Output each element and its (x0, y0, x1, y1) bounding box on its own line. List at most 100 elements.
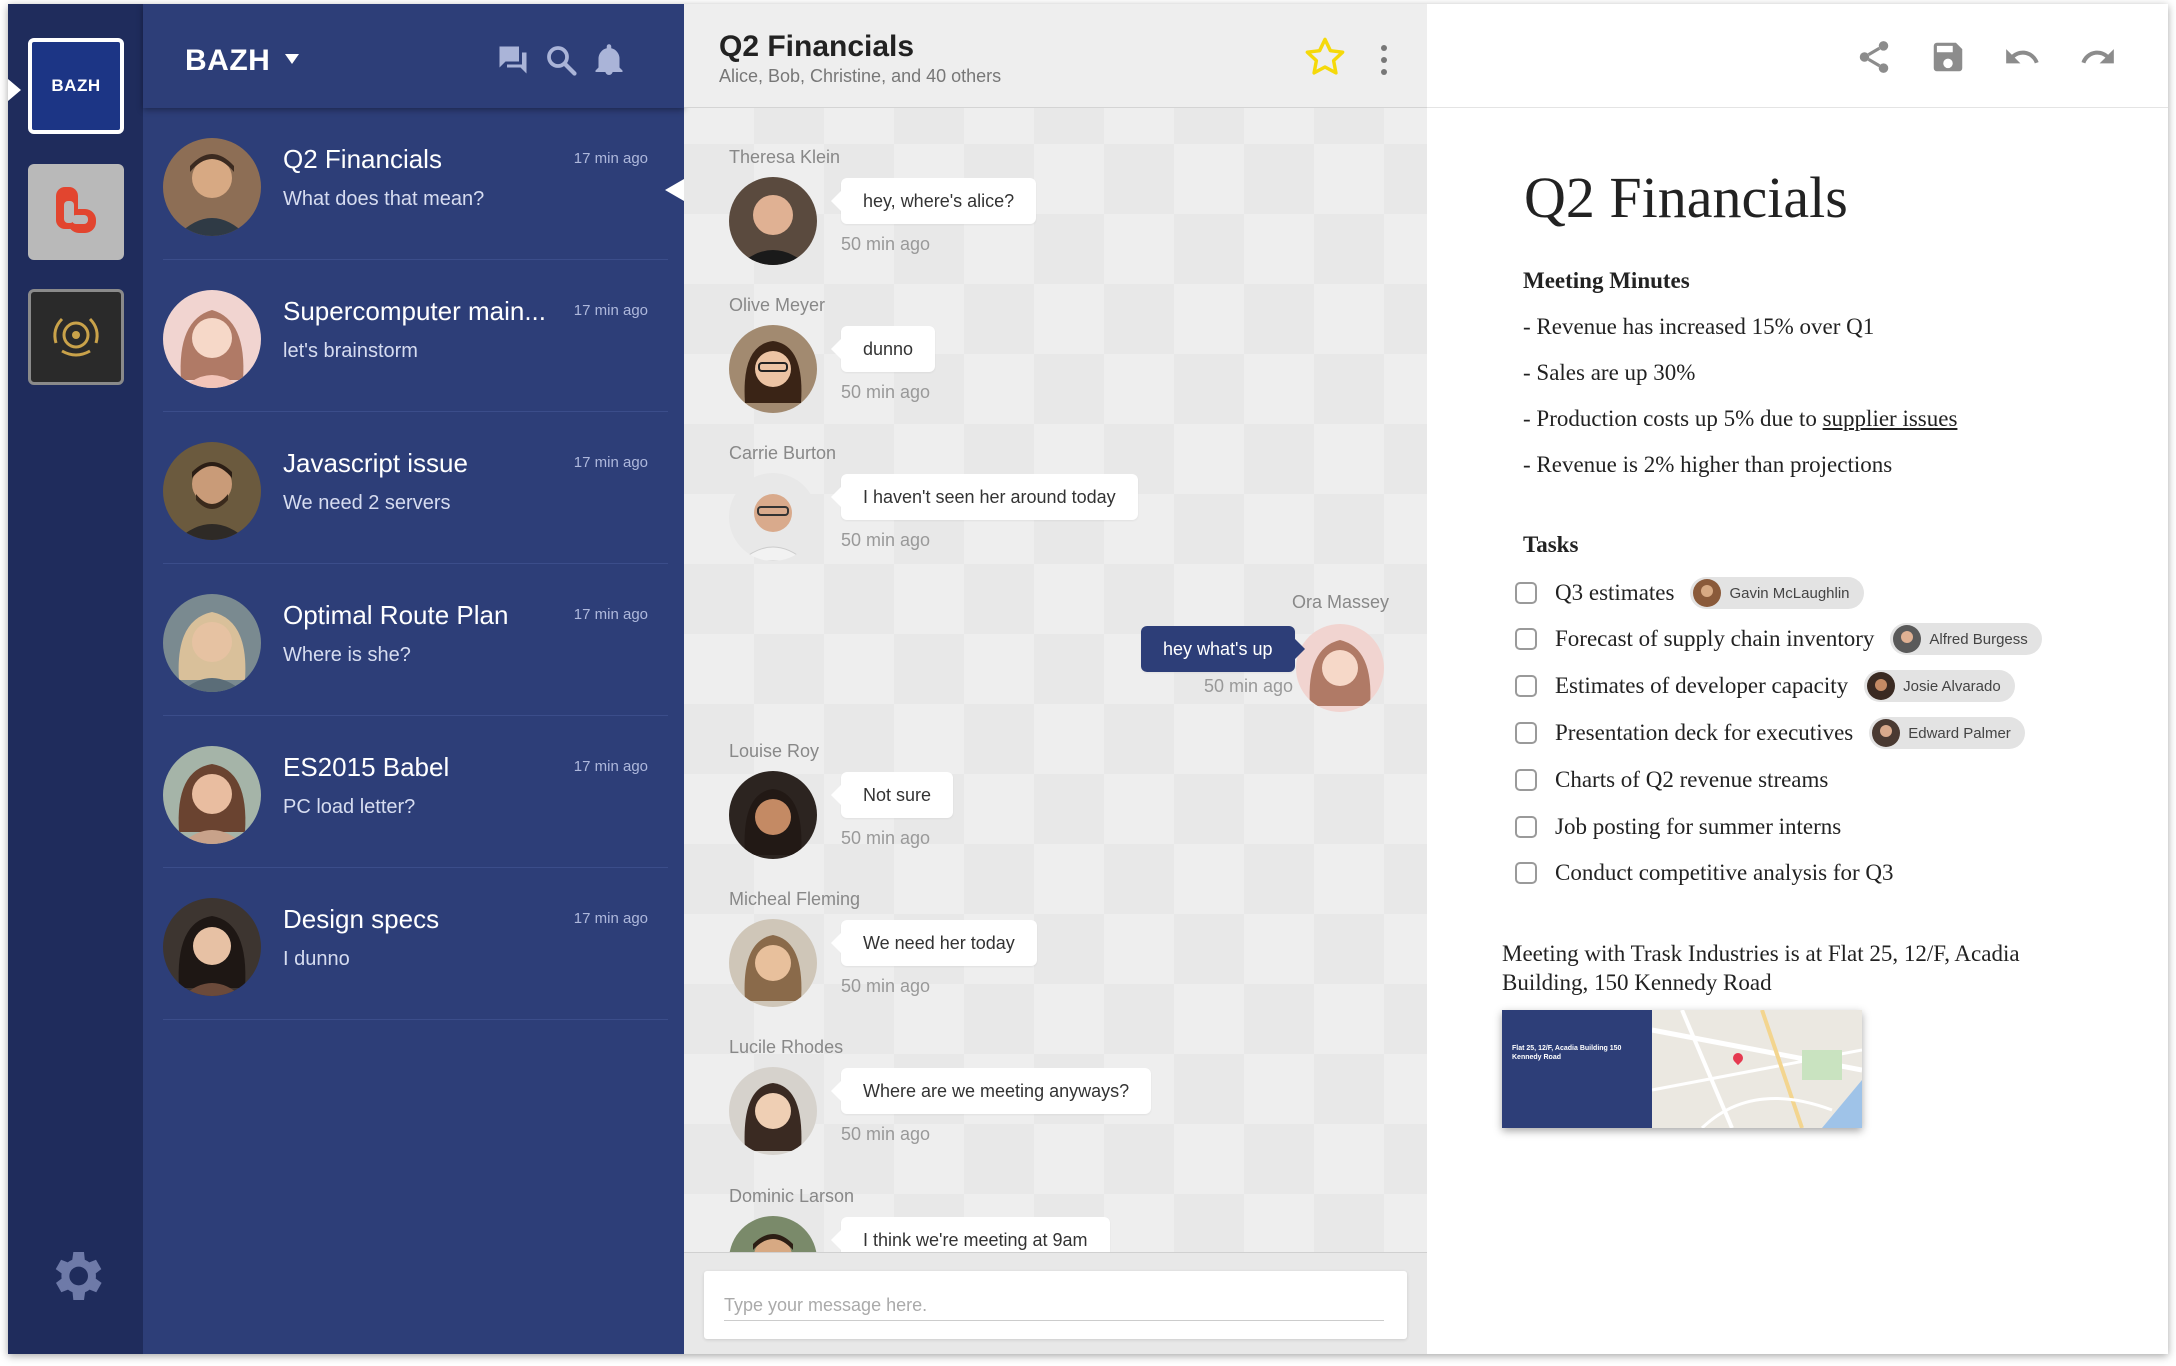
task-checkbox[interactable] (1515, 722, 1537, 744)
conversation-item[interactable]: ES2015 Babel 17 min ago PC load letter? (163, 716, 668, 868)
message-sender: Ora Massey (1292, 592, 1390, 612)
conversation-item[interactable]: Javascript issue 17 min ago We need 2 se… (163, 412, 668, 564)
message-time: 50 min ago (841, 976, 931, 996)
redo-icon[interactable] (2079, 38, 2117, 76)
active-workspace-indicator (8, 79, 21, 101)
map-preview[interactable]: Flat 25, 12/F, Acadia Building 150 Kenne… (1502, 1010, 1862, 1128)
conversation-name: Supercomputer main... (283, 296, 547, 326)
message-bubble: hey, where's alice? (830, 178, 1037, 224)
share-icon[interactable] (1855, 38, 1893, 76)
active-conversation-pointer (665, 179, 684, 201)
message-time: 50 min ago (841, 828, 931, 848)
avatar (1867, 672, 1896, 700)
workspace-bazh[interactable]: BAZH (28, 38, 124, 134)
task-item: Charts of Q2 revenue streams (1515, 763, 1828, 797)
message-sender: Micheal Fleming (729, 889, 861, 909)
message-sender: Carrie Burton (729, 443, 837, 463)
assignee-chip[interactable]: Edward Palmer (1869, 717, 2025, 749)
conversation-item[interactable]: Optimal Route Plan 17 min ago Where is s… (163, 564, 668, 716)
message-time: 50 min ago (841, 382, 931, 402)
avatar (729, 473, 817, 561)
workspace-hand[interactable] (28, 164, 124, 260)
message-time: 50 min ago (841, 234, 931, 254)
wreath-logo-icon (53, 317, 99, 357)
task-item: Presentation deck for executives Edward … (1515, 716, 2025, 750)
conversation-last-message: We need 2 servers (283, 492, 451, 514)
task-checkbox[interactable] (1515, 582, 1537, 604)
conversation-name: Q2 Financials (283, 144, 442, 174)
message-sender: Dominic Larson (729, 1186, 855, 1206)
task-checkbox[interactable] (1515, 628, 1537, 650)
conversation-time: 17 min ago (573, 454, 648, 471)
conversation-name: ES2015 Babel (283, 752, 450, 782)
conversation-time: 17 min ago (573, 606, 648, 623)
hand-logo-icon (56, 187, 96, 233)
conversation-item[interactable]: Q2 Financials 17 min ago What does that … (163, 108, 668, 260)
conversation-last-message: I dunno (283, 948, 350, 970)
gear-icon[interactable] (44, 1244, 108, 1308)
assignee-chip[interactable]: Josie Alvarado (1864, 670, 2015, 702)
save-icon[interactable] (1929, 38, 1967, 76)
avatar (163, 898, 261, 996)
minutes-line: - Revenue has increased 15% over Q1 (1523, 314, 1875, 339)
document-title: Q2 Financials (1524, 165, 1848, 230)
message-bubble-own: hey what's up (1141, 626, 1305, 672)
avatar (163, 290, 261, 388)
task-item: Estimates of developer capacity Josie Al… (1515, 669, 2015, 703)
conversation-name: Javascript issue (283, 448, 468, 478)
task-item: Job posting for summer interns (1515, 810, 1841, 844)
avatar (1296, 624, 1384, 712)
message-sender: Theresa Klein (729, 147, 841, 167)
more-vert-icon[interactable] (1374, 42, 1394, 78)
message-time: 50 min ago (841, 1124, 931, 1144)
avatar (729, 177, 817, 265)
message-sender: Louise Roy (729, 741, 820, 761)
task-checkbox[interactable] (1515, 862, 1537, 884)
task-checkbox[interactable] (1515, 769, 1537, 791)
assignee-chip[interactable]: Alfred Burgess (1890, 623, 2042, 655)
undo-icon[interactable] (2003, 38, 2041, 76)
assignee-name: Edward Palmer (1908, 724, 2011, 742)
search-icon[interactable] (543, 42, 579, 78)
task-text: Estimates of developer capacity (1555, 673, 1849, 698)
avatar (163, 138, 261, 236)
workspace-rail: BAZH (8, 4, 143, 1354)
message-bubble: I haven't seen her around today (831, 474, 1138, 520)
chat-participants[interactable]: Alice, Bob, Christine, and 40 others (719, 66, 1001, 87)
document-panel: Q2 Financials Meeting Minutes - Revenue … (1427, 4, 2168, 1354)
message-bubble: Where are we meeting anyways? (830, 1068, 1152, 1114)
avatar (163, 442, 261, 540)
message-input[interactable] (724, 1291, 1384, 1321)
conversation-list: BAZH Q2 Financials 17 min ago What does … (143, 4, 684, 1354)
conversation-last-message: What does that mean? (283, 188, 485, 210)
task-checkbox[interactable] (1515, 816, 1537, 838)
message-time: 50 min ago (1204, 676, 1294, 696)
assignee-name: Gavin McLaughlin (1729, 584, 1850, 602)
message-bubble: Not sure (830, 772, 954, 818)
bell-icon[interactable] (591, 42, 627, 78)
conversation-item[interactable]: Supercomputer main... 17 min ago let's b… (163, 260, 668, 412)
supplier-issues-link[interactable]: supplier issues (1823, 406, 1958, 431)
composer (684, 1252, 1427, 1354)
meeting-note: Meeting with Trask Industries is at Flat… (1502, 941, 2020, 995)
chat-icon[interactable] (495, 42, 531, 78)
conversation-last-message: PC load letter? (283, 796, 416, 818)
star-icon[interactable] (1302, 34, 1348, 80)
assignee-chip[interactable]: Gavin McLaughlin (1690, 577, 1864, 609)
task-checkbox[interactable] (1515, 675, 1537, 697)
conversation-item[interactable]: Design specs 17 min ago I dunno (163, 868, 668, 1020)
conversation-time: 17 min ago (573, 302, 648, 319)
conversation-time: 17 min ago (573, 150, 648, 167)
minutes-line-text: - Production costs up 5% due to (1523, 406, 1823, 431)
chat-panel: Q2 Financials Alice, Bob, Christine, and… (684, 4, 1427, 1354)
avatar (1693, 579, 1722, 607)
message-bubble: dunno (830, 326, 936, 372)
minutes-line: - Revenue is 2% higher than projections (1523, 452, 1893, 477)
app-window: BAZH BAZH Q2 Financials 17 min ago What … (8, 4, 2168, 1354)
document-toolbar (1427, 4, 2168, 108)
avatar (1893, 625, 1922, 653)
chevron-down-icon[interactable] (285, 54, 299, 64)
brand-name[interactable]: BAZH (185, 44, 270, 78)
workspace-wreath[interactable] (28, 289, 124, 385)
conversation-name: Optimal Route Plan (283, 600, 509, 630)
